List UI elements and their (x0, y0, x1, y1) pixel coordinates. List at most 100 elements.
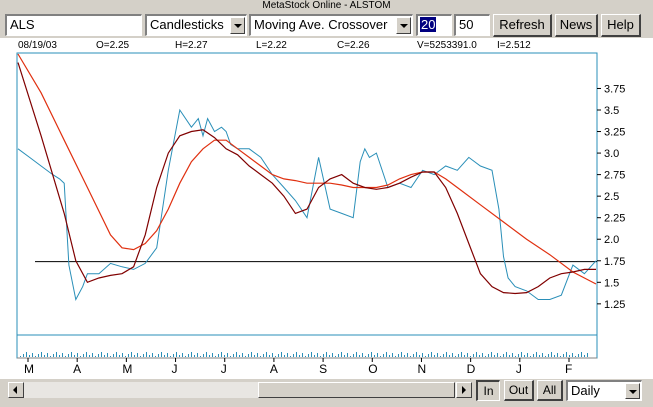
volume-bar (341, 352, 342, 357)
window-title: MetaStock Online - ALSTOM (0, 0, 653, 11)
volume-bar (68, 354, 69, 357)
volume-bar (302, 353, 303, 357)
volume-bar (281, 352, 282, 357)
volume-bar (350, 356, 351, 357)
volume-bar (308, 354, 309, 357)
chart-canvas: 08/19/03 O=2.25 H=2.27 L=2.22 C=2.26 V=5… (16, 40, 625, 376)
y-tick-label: 3.25 (604, 127, 625, 139)
chevron-down-icon[interactable] (396, 17, 411, 34)
volume-bar (245, 356, 246, 357)
volume-bar (329, 355, 330, 357)
y-tick-label: 2.0 (604, 234, 619, 246)
volume-bar (188, 354, 189, 357)
volume-bar (77, 353, 78, 357)
volume-bar (218, 354, 219, 357)
volume-bar (569, 355, 570, 357)
volume-bar (44, 355, 45, 357)
volume-bar (491, 352, 492, 357)
scroll-left-icon[interactable] (8, 382, 24, 398)
volume-bar (506, 352, 507, 357)
volume-bar (209, 355, 210, 357)
symbol-input[interactable]: ALS (5, 14, 142, 36)
info-high: H=2.27 (175, 40, 208, 51)
volume-bar (38, 354, 39, 357)
show-all-button[interactable]: All (537, 380, 563, 401)
x-tick-label: J (221, 362, 227, 376)
volume-bar (110, 356, 111, 357)
volume-bar (332, 353, 333, 357)
volume-bar (20, 356, 21, 357)
volume-bar (305, 356, 306, 357)
volume-bar (185, 356, 186, 357)
volume-bar (311, 352, 312, 357)
volume-bar (23, 354, 24, 357)
short-period-input[interactable]: 20 (416, 14, 452, 36)
volume-bar (359, 355, 360, 357)
refresh-button[interactable]: Refresh (493, 14, 552, 37)
y-tick-label: 3.5 (604, 105, 619, 117)
volume-bar (260, 356, 261, 357)
interval-value: Daily (571, 383, 600, 398)
horizontal-scrollbar[interactable] (8, 382, 472, 398)
news-button[interactable]: News (555, 14, 598, 37)
volume-bar (557, 353, 558, 357)
volume-bar (272, 353, 273, 357)
interval-select[interactable]: Daily (566, 380, 642, 401)
x-tick-label: F (565, 362, 572, 376)
volume-bar (554, 355, 555, 357)
chart-type-select[interactable]: Candlesticks (145, 14, 247, 36)
volume-bar (269, 355, 270, 357)
zoom-out-button[interactable]: Out (504, 380, 534, 401)
help-button[interactable]: Help (601, 14, 641, 37)
volume-bar (515, 356, 516, 357)
volume-bar (512, 353, 513, 357)
volume-bar (74, 355, 75, 357)
long-period-input[interactable]: 50 (454, 14, 490, 36)
volume-bar (242, 353, 243, 357)
volume-bar (140, 356, 141, 357)
volume-bar (35, 356, 36, 357)
volume-bar (137, 353, 138, 357)
volume-bar (455, 356, 456, 357)
info-volume: V=5253391.0 (417, 40, 477, 51)
chevron-down-icon[interactable] (230, 17, 245, 34)
volume-bar (29, 355, 30, 357)
volume-bar (566, 352, 567, 357)
volume-bar (386, 352, 387, 357)
volume-bar (47, 353, 48, 357)
indicator-select[interactable]: Moving Ave. Crossover (249, 14, 413, 36)
volume-bar (395, 356, 396, 357)
price-chart[interactable]: 08/19/03 O=2.25 H=2.27 L=2.22 C=2.26 V=5… (0, 38, 653, 379)
chevron-down-icon[interactable] (625, 383, 640, 399)
volume-bar (32, 353, 33, 357)
volume-bar (248, 354, 249, 357)
volume-bar (545, 356, 546, 357)
scroll-right-icon[interactable] (456, 382, 472, 398)
volume-bar (401, 352, 402, 357)
volume-bar (404, 355, 405, 357)
x-tick-label: A (73, 362, 81, 376)
y-tick-label: 1.75 (604, 256, 625, 268)
volume-bar (107, 353, 108, 357)
volume-bar (431, 352, 432, 357)
volume-bar (197, 353, 198, 357)
x-tick-label: O (368, 362, 377, 376)
volume-bar (122, 353, 123, 357)
volume-bar (434, 355, 435, 357)
scroll-thumb[interactable] (258, 382, 455, 398)
volume-bar (446, 352, 447, 357)
volume-bar (116, 352, 117, 357)
volume-bar (482, 353, 483, 357)
x-tick-label: J (172, 362, 178, 376)
volume-bar (173, 354, 174, 357)
volume-bar (314, 355, 315, 357)
volume-bar (362, 353, 363, 357)
volume-bar (572, 353, 573, 357)
volume-bar (533, 354, 534, 357)
volume-bar (479, 355, 480, 357)
x-tick-label: A (270, 362, 278, 376)
volume-bar (374, 355, 375, 357)
y-tick-label: 3.75 (604, 83, 625, 95)
zoom-in-button[interactable]: In (476, 380, 500, 401)
volume-bar (65, 356, 66, 357)
